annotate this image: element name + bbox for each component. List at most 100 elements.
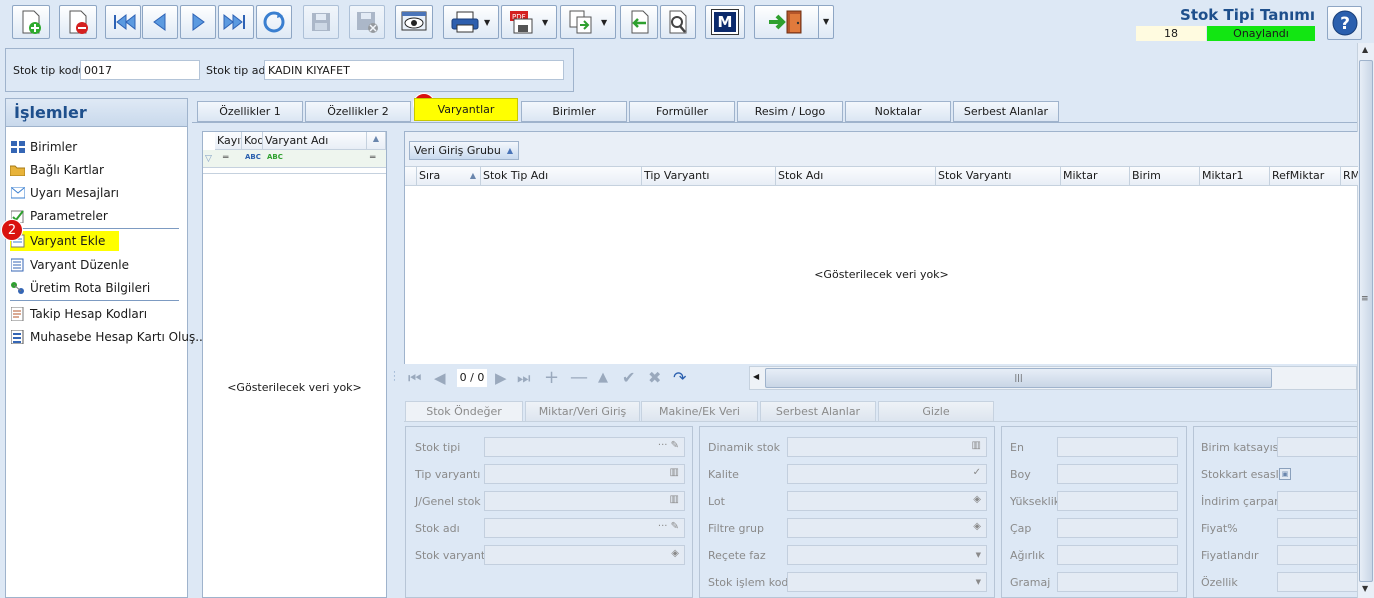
field-kalite[interactable]: ✓ bbox=[787, 464, 987, 484]
code-field[interactable]: 0017 bbox=[80, 60, 200, 80]
tab-serbest-alanlar-bottom[interactable]: Serbest Alanlar bbox=[760, 401, 876, 422]
tab-resim-logo[interactable]: Resim / Logo bbox=[737, 101, 843, 122]
field-tip-varyanti[interactable]: ▥ bbox=[484, 464, 685, 484]
edit-variant-icon bbox=[10, 258, 25, 272]
sidebar-item-linked-cards[interactable]: Bağlı Kartlar bbox=[10, 160, 104, 180]
field-boy[interactable] bbox=[1057, 464, 1178, 484]
sort-up-icon[interactable]: ▲ bbox=[367, 132, 386, 150]
column-header-rm[interactable]: RM bbox=[1341, 167, 1358, 186]
column-header-varyant-adi[interactable]: Varyant Adı bbox=[263, 132, 367, 150]
h-scroll-thumb[interactable]: ||| bbox=[765, 368, 1272, 388]
tools-icon[interactable] bbox=[660, 5, 696, 39]
nav-previous-icon[interactable]: ◀ bbox=[434, 369, 446, 387]
field-ozellik[interactable] bbox=[1277, 572, 1357, 592]
page-scrollbar[interactable]: ▲ ≡ ▼ bbox=[1357, 43, 1374, 598]
m-icon[interactable]: M bbox=[705, 5, 745, 39]
nav-next-icon[interactable]: ▶ bbox=[495, 369, 507, 387]
exit-icon[interactable]: ▼ bbox=[754, 5, 834, 39]
nav-confirm-icon[interactable]: ✔ bbox=[622, 369, 635, 387]
scroll-up-icon[interactable]: ▲ bbox=[1362, 45, 1368, 54]
column-header-kayit[interactable]: Kayıt bbox=[215, 132, 242, 150]
tab-varyantlar[interactable]: Varyantlar bbox=[414, 98, 518, 121]
nav-remove-icon[interactable]: — bbox=[570, 369, 588, 387]
help-button[interactable]: ? bbox=[1327, 6, 1362, 40]
column-header-kod[interactable]: Kod bbox=[242, 132, 263, 150]
column-header-refmiktar[interactable]: RefMiktar bbox=[1270, 167, 1341, 186]
scroll-thumb[interactable] bbox=[1359, 60, 1373, 582]
field-filtre-grup[interactable]: ◈ bbox=[787, 518, 987, 538]
last-record-icon[interactable] bbox=[218, 5, 254, 39]
column-header-tip-varyanti[interactable]: Tip Varyantı bbox=[642, 167, 776, 186]
checkbox-stokkart-esasli[interactable]: ▣ bbox=[1279, 468, 1291, 480]
preview-icon[interactable] bbox=[395, 5, 433, 39]
nav-refresh-icon[interactable]: ↷ bbox=[673, 369, 686, 387]
column-header-stok-adi[interactable]: Stok Adı bbox=[776, 167, 936, 186]
tab-formuller[interactable]: Formüller bbox=[629, 101, 735, 122]
save-close-icon[interactable] bbox=[349, 5, 385, 39]
field-fiyatlandir[interactable] bbox=[1277, 545, 1357, 565]
field-en[interactable] bbox=[1057, 437, 1178, 457]
field-stok-tipi[interactable]: ··· ✎ bbox=[484, 437, 685, 457]
tab-noktalar[interactable]: Noktalar bbox=[845, 101, 951, 122]
horizontal-scrollbar[interactable]: ◀ ||| bbox=[749, 366, 1357, 390]
sidebar-item-add-variant[interactable]: Varyant Ekle bbox=[10, 231, 120, 251]
field-stok-varyanti[interactable]: ◈ bbox=[484, 545, 685, 565]
column-header-miktar1[interactable]: Miktar1 bbox=[1200, 167, 1270, 186]
nav-cancel-icon[interactable]: ✖ bbox=[648, 369, 661, 387]
sidebar-item-warnings[interactable]: Uyarı Mesajları bbox=[10, 183, 119, 203]
refresh-icon[interactable] bbox=[256, 5, 292, 39]
nav-first-icon[interactable]: ⏮ bbox=[408, 369, 422, 387]
import-icon[interactable] bbox=[620, 5, 658, 39]
column-header-sira[interactable]: Sıra ▲ bbox=[417, 167, 481, 186]
field-agirlik[interactable] bbox=[1057, 545, 1178, 565]
previous-record-icon[interactable] bbox=[142, 5, 178, 39]
field-fiyat-yuzde[interactable] bbox=[1277, 518, 1357, 538]
next-record-icon[interactable] bbox=[180, 5, 216, 39]
column-header-birim[interactable]: Birim bbox=[1130, 167, 1200, 186]
print-icon[interactable]: ▼ bbox=[443, 5, 499, 39]
column-header-stok-tip-adi[interactable]: Stok Tip Adı bbox=[481, 167, 642, 186]
delete-document-icon[interactable] bbox=[59, 5, 97, 39]
sidebar-item-parameters[interactable]: Parametreler bbox=[10, 206, 108, 226]
tab-serbest-alanlar[interactable]: Serbest Alanlar bbox=[953, 101, 1059, 122]
save-icon[interactable] bbox=[303, 5, 339, 39]
field-stok-adi[interactable]: ··· ✎ bbox=[484, 518, 685, 538]
field-stok-islem-kodu[interactable]: ▼ bbox=[787, 572, 987, 592]
tab-miktar-veri-giris[interactable]: Miktar/Veri Giriş bbox=[525, 401, 640, 422]
new-document-icon[interactable] bbox=[12, 5, 50, 39]
copy-icon[interactable]: ▼ bbox=[560, 5, 616, 39]
filter-row[interactable]: ▽ ═ ABC ABC ═ bbox=[203, 150, 386, 168]
tab-makine-ek-veri[interactable]: Makine/Ek Veri bbox=[641, 401, 758, 422]
field-cap[interactable] bbox=[1057, 518, 1178, 538]
field-yukseklik[interactable] bbox=[1057, 491, 1178, 511]
field-recete-faz[interactable]: ▼ bbox=[787, 545, 987, 565]
splitter[interactable]: · · · bbox=[390, 131, 398, 598]
sidebar-item-edit-variant[interactable]: Varyant Düzenle bbox=[10, 255, 129, 275]
column-header-miktar[interactable]: Miktar bbox=[1061, 167, 1130, 186]
name-field[interactable]: KADIN KIYAFET bbox=[264, 60, 564, 80]
tab-stok-ondeger[interactable]: Stok Öndeğer bbox=[405, 401, 523, 422]
field-genel-stok[interactable]: ▥ bbox=[484, 491, 685, 511]
first-record-icon[interactable] bbox=[105, 5, 141, 39]
sidebar-item-route-info[interactable]: Üretim Rota Bilgileri bbox=[10, 278, 150, 298]
sidebar-item-account-codes[interactable]: Takip Hesap Kodları bbox=[10, 304, 147, 324]
column-header-stok-varyanti[interactable]: Stok Varyantı bbox=[936, 167, 1061, 186]
field-dinamik-stok[interactable]: ▥ bbox=[787, 437, 987, 457]
sidebar-item-accounting-card[interactable]: Muhasebe Hesap Kartı Oluş... bbox=[10, 327, 207, 347]
nav-add-icon[interactable]: + bbox=[544, 369, 559, 387]
tab-ozellikler-2[interactable]: Özellikler 2 bbox=[305, 101, 411, 122]
field-indirim-carpani[interactable] bbox=[1277, 491, 1357, 511]
tab-ozellikler-1[interactable]: Özellikler 1 bbox=[197, 101, 303, 122]
label-stok-islem-kodu: Stok işlem kodu bbox=[708, 576, 796, 589]
field-lot[interactable]: ◈ bbox=[787, 491, 987, 511]
pdf-export-icon[interactable]: PDF ▼ bbox=[501, 5, 557, 39]
group-by-button[interactable]: Veri Giriş Grubu ▲ bbox=[409, 141, 519, 160]
sidebar-item-units[interactable]: Birimler bbox=[10, 137, 77, 157]
field-birim-katsayisi[interactable] bbox=[1277, 437, 1357, 457]
nav-last-icon[interactable]: ⏭ bbox=[517, 369, 531, 387]
field-gramaj[interactable] bbox=[1057, 572, 1178, 592]
tab-birimler[interactable]: Birimler bbox=[521, 101, 627, 122]
scroll-down-icon[interactable]: ▼ bbox=[1362, 584, 1368, 593]
nav-up-icon[interactable]: ▲ bbox=[598, 369, 608, 387]
tab-gizle[interactable]: Gizle bbox=[878, 401, 994, 422]
